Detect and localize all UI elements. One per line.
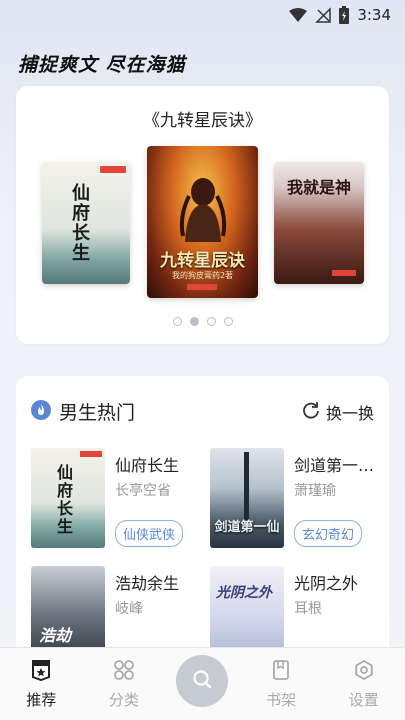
refresh-button[interactable]: 换一换 [302,400,374,424]
nav-label: 推荐 [26,690,57,709]
status-time: 3:34 [357,6,391,24]
flame-icon [31,399,51,424]
no-signal-icon [315,7,332,23]
book-tag[interactable]: 玄幻奇幻 [294,520,363,547]
cover-title-text: 九转星辰诀 [160,251,245,271]
book-author: 萧瑾瑜 [294,483,336,499]
carousel-cover-left[interactable]: 仙府长生 [42,162,130,284]
refresh-icon [302,401,320,423]
cover-author-text: 我的狗皮膏药2著 [171,271,234,280]
nav-tab-recommend[interactable]: 推荐 [11,659,71,710]
featured-book-title[interactable]: 《九转星辰诀》 [16,106,389,131]
book-cover[interactable]: 仙府长生 [31,448,105,548]
book-tag[interactable]: 仙侠武侠 [115,520,184,547]
search-button[interactable] [176,655,229,707]
book-title[interactable]: 剑道第一… [294,452,384,476]
nav-tab-category[interactable]: 分类 [94,659,154,710]
recommend-icon [30,659,52,685]
hot-section: 男生热门 换一换 仙府长生 仙府长生 长亭空省 仙侠武侠 剑道第一仙 剑道第一…… [16,376,389,676]
settings-icon [353,659,375,685]
status-bar: 3:34 [0,0,405,30]
carousel-indicator [16,317,389,326]
book-item[interactable]: 剑道第一仙 剑道第一… 萧瑾瑜 玄幻奇幻 [210,448,390,552]
carousel-cover-right[interactable]: 我就是神 [274,162,364,284]
carousel-dot[interactable] [223,317,233,326]
carousel-dot[interactable] [172,317,182,326]
featured-carousel[interactable]: 《九转星辰诀》 仙府长生 九转星辰诀 我的狗皮膏药2著 我就是神 [16,86,389,344]
book-author: 耳根 [294,601,322,617]
book-title[interactable]: 浩劫余生 [115,570,205,594]
cover-title-text: 我就是神 [286,178,351,197]
cover-title-text: 仙府长生 [72,183,90,264]
book-author: 岐峰 [115,601,143,617]
nav-tab-bookshelf[interactable]: 书架 [251,659,311,710]
cover-figure-illustration [179,178,227,242]
book-title[interactable]: 仙府长生 [115,452,205,476]
category-icon [113,659,135,685]
nav-label: 分类 [108,690,139,709]
book-item[interactable]: 仙府长生 仙府长生 长亭空省 仙侠武侠 [31,448,211,552]
nav-label: 书架 [266,690,297,709]
battery-icon [339,6,350,24]
search-icon [191,668,213,694]
book-cover[interactable]: 剑道第一仙 [210,448,284,548]
nav-tab-settings[interactable]: 设置 [334,659,394,710]
hot-section-header: 男生热门 换一换 [31,398,374,425]
bottom-navigation: 推荐 分类 书架 设置 [0,647,405,720]
book-author: 长亭空省 [115,483,171,499]
bookshelf-icon [270,659,292,685]
hot-section-title: 男生热门 [59,402,136,424]
nav-label: 设置 [348,690,379,709]
carousel-cover-center[interactable]: 九转星辰诀 我的狗皮膏药2著 [147,146,258,298]
book-title[interactable]: 光阴之外 [294,570,384,594]
slogan: 捕捉爽文 尽在海猫 [18,54,186,76]
wifi-icon [289,8,308,22]
refresh-label: 换一换 [325,403,374,423]
carousel-dot[interactable] [206,317,216,326]
carousel-dot-active[interactable] [189,317,199,326]
